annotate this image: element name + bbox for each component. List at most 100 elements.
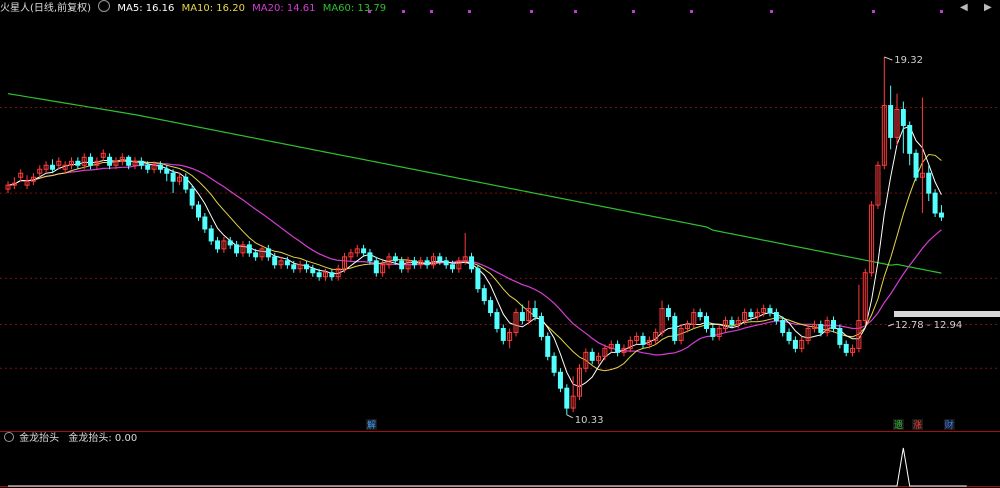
candle-body xyxy=(253,252,259,258)
candle-body xyxy=(913,152,919,178)
candle-body xyxy=(710,327,716,337)
candle-body xyxy=(938,212,944,218)
candle-body xyxy=(49,164,55,170)
candle-body xyxy=(202,216,208,230)
candle-body xyxy=(926,172,932,194)
settings-icon[interactable] xyxy=(98,0,111,12)
candle-body xyxy=(310,268,316,274)
kline-chart[interactable]: 19.32 10.33 12.78 - 12.94 解 遗涨 财 xyxy=(0,0,1000,488)
event-dot xyxy=(430,10,433,13)
marker-label: 涨 xyxy=(913,420,922,431)
candle-body xyxy=(411,260,417,266)
candle-body xyxy=(640,335,646,345)
high-label: 19.32 xyxy=(894,55,923,66)
candle-body xyxy=(291,264,297,270)
candle-body xyxy=(500,327,506,341)
candle-body xyxy=(780,320,786,333)
candle-body xyxy=(748,312,754,318)
candle-body xyxy=(767,308,773,314)
candle-body xyxy=(126,156,132,166)
event-dot xyxy=(468,10,471,13)
candle-body xyxy=(469,256,475,270)
candle-body xyxy=(424,260,430,266)
candle-body xyxy=(272,256,278,266)
candle-body xyxy=(88,156,94,166)
candle-body xyxy=(183,176,189,190)
candle-body xyxy=(907,124,913,154)
candle-body xyxy=(843,343,849,353)
candle-body xyxy=(551,355,557,373)
stock-name: 火星人(日线,前复权) xyxy=(0,3,91,14)
candle-body xyxy=(208,228,214,242)
low-label: 10.33 xyxy=(575,415,604,426)
indicator-legend: 金龙抬头 金龙抬头: 0.00 xyxy=(0,432,137,445)
range-label: 12.78 - 12.94 xyxy=(895,320,962,331)
event-dot xyxy=(940,10,943,13)
candle-body xyxy=(494,312,500,329)
event-dot xyxy=(574,10,577,13)
event-dot xyxy=(690,10,693,13)
candle-body xyxy=(545,335,551,357)
next-arrow-icon[interactable]: ▶ xyxy=(984,2,992,13)
candle-body xyxy=(196,204,201,218)
ma20-line xyxy=(7,163,942,356)
candle-body xyxy=(538,316,544,337)
candle-body xyxy=(170,172,176,182)
candle-body xyxy=(729,320,735,325)
candle-body xyxy=(138,160,144,166)
candle-body xyxy=(107,156,113,166)
candle-body xyxy=(316,272,322,278)
candle-body xyxy=(519,312,525,322)
candle-body xyxy=(888,105,894,138)
candle-body xyxy=(189,188,195,206)
indicator-settings-icon[interactable] xyxy=(4,432,14,442)
event-dot xyxy=(402,10,405,13)
ma10-label: MA10: 16.20 xyxy=(181,3,245,14)
candle-body xyxy=(329,272,335,278)
candle-body xyxy=(157,164,163,170)
event-dot xyxy=(872,10,875,13)
candle-body xyxy=(392,256,398,262)
candle-body xyxy=(367,252,373,262)
ma20-label: MA20: 14.61 xyxy=(252,3,316,14)
event-dot xyxy=(530,10,533,13)
candle-body xyxy=(831,320,836,329)
candle-body xyxy=(443,260,449,266)
event-dot xyxy=(632,10,635,13)
candle-body xyxy=(837,327,843,345)
candle-body xyxy=(557,371,563,389)
candle-body xyxy=(450,264,455,270)
low-pointer xyxy=(566,414,574,419)
candle-body xyxy=(704,316,709,329)
ma60-line xyxy=(7,93,942,274)
marker-label: 财 xyxy=(945,419,954,431)
candle-body xyxy=(164,168,170,174)
prev-arrow-icon[interactable]: ◀ xyxy=(960,2,968,13)
candle-body xyxy=(246,244,252,254)
candle-body xyxy=(900,109,906,126)
candle-body xyxy=(481,288,487,302)
candle-body xyxy=(532,308,538,318)
candle-body xyxy=(227,240,233,246)
candle-body xyxy=(399,260,405,270)
candle-body xyxy=(75,160,81,166)
price-range-box xyxy=(894,311,1000,317)
indicator-line xyxy=(8,447,967,487)
candle-body xyxy=(361,248,367,254)
candle-body xyxy=(215,240,221,250)
candle-body xyxy=(564,387,570,409)
ma-legend: 火星人(日线,前复权) MA5: 16.16 MA10: 16.20 MA20:… xyxy=(0,0,390,14)
indicator-name: 金龙抬头 xyxy=(19,433,60,444)
candle-body xyxy=(792,339,798,349)
candle-body xyxy=(303,264,309,270)
ma5-label: MA5: 16.16 xyxy=(117,3,175,14)
candle-body xyxy=(615,343,621,353)
marker-label: 遗 xyxy=(894,419,903,431)
indicator-value: 金龙抬头: 0.00 xyxy=(68,433,138,444)
candle-body xyxy=(265,248,271,258)
candle-body xyxy=(145,164,151,170)
candle-body xyxy=(672,316,678,341)
candle-body xyxy=(488,300,494,314)
candle-body xyxy=(437,256,443,262)
high-pointer xyxy=(884,56,893,61)
